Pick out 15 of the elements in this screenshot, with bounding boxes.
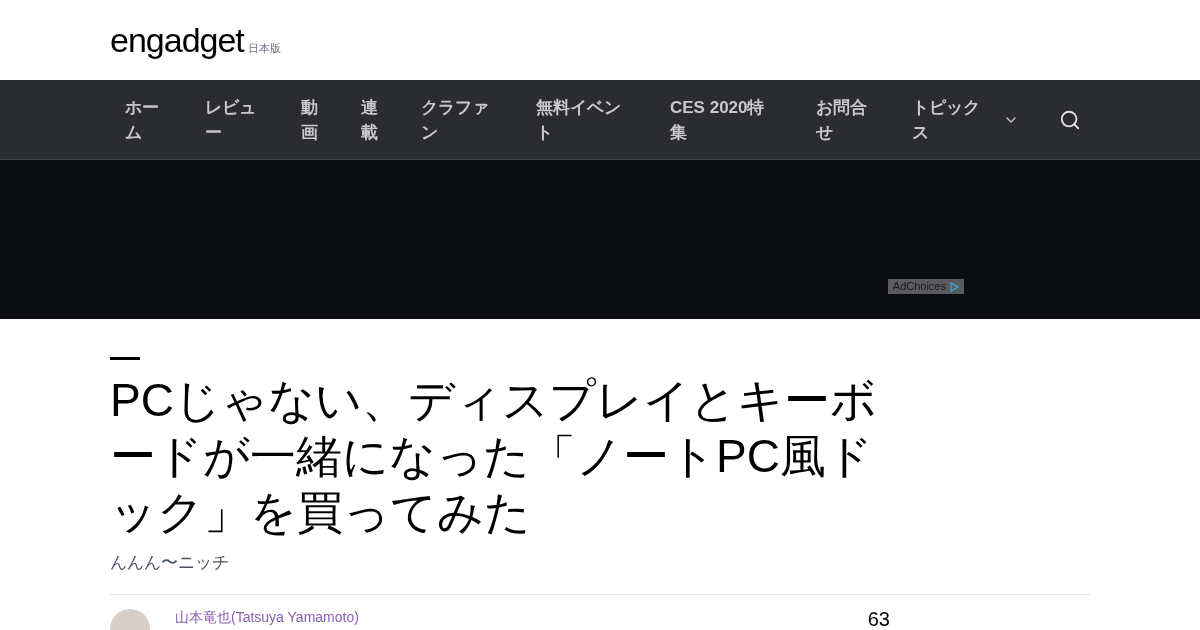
nav-link[interactable]: お問合せ (816, 94, 872, 145)
nav-link[interactable]: 連載 (361, 94, 381, 145)
edition-label: 日本版 (247, 40, 281, 56)
nav-link[interactable]: レビュー (205, 94, 261, 145)
nav-link[interactable]: 動画 (301, 94, 321, 145)
nav-link[interactable]: CES 2020特集 (670, 94, 776, 145)
nav-link[interactable]: クラファン (421, 94, 496, 145)
article-subtitle: んんん〜ニッチ (110, 552, 230, 574)
nav-link[interactable]: 無料イベント (536, 94, 630, 145)
article-title: PCじゃない、ディスプレイとキーボードが一緒になった「ノートPC風ドック」を買ってみた (110, 373, 878, 540)
logo[interactable]: engadget (110, 23, 244, 57)
author-link[interactable]: 山本竜也(Tatsuya Yamamoto) (175, 608, 359, 625)
comment-count: 63 (867, 608, 890, 629)
nav-link[interactable]: ホーム (125, 94, 165, 145)
nav-link[interactable]: トピックス (912, 94, 987, 145)
